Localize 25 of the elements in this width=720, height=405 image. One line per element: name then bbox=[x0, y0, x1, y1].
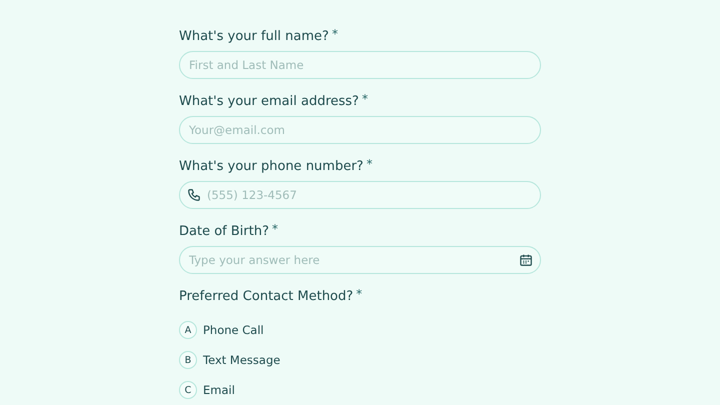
required-mark: * bbox=[356, 288, 362, 300]
choice-option[interactable]: C Email bbox=[179, 381, 235, 399]
phone-field[interactable]: (555) 123-4567 bbox=[179, 181, 541, 209]
required-mark: * bbox=[362, 93, 368, 105]
question-label: Date of Birth? bbox=[179, 223, 269, 241]
option-label: Text Message bbox=[203, 353, 280, 367]
option-label: Email bbox=[203, 383, 235, 397]
date-field[interactable]: Type your answer here bbox=[179, 246, 541, 274]
question-label: Preferred Contact Method? bbox=[179, 288, 354, 306]
required-mark: * bbox=[272, 223, 278, 235]
option-key: C bbox=[179, 381, 197, 399]
calendar-icon bbox=[519, 253, 533, 267]
question-label: What's your full name? bbox=[179, 28, 329, 46]
phone-icon bbox=[187, 188, 201, 202]
required-mark: * bbox=[366, 158, 372, 170]
choice-option[interactable]: B Text Message bbox=[179, 351, 280, 369]
choice-option[interactable]: A Phone Call bbox=[179, 321, 264, 339]
question-label: What's your email address? bbox=[179, 93, 359, 111]
required-mark: * bbox=[332, 28, 338, 40]
text-field[interactable]: First and Last Name bbox=[179, 51, 541, 79]
option-key: A bbox=[179, 321, 197, 339]
option-label: Phone Call bbox=[203, 323, 264, 337]
question-label: What's your phone number? bbox=[179, 158, 364, 176]
option-key: B bbox=[179, 351, 197, 369]
text-field[interactable]: Your@email.com bbox=[179, 116, 541, 144]
